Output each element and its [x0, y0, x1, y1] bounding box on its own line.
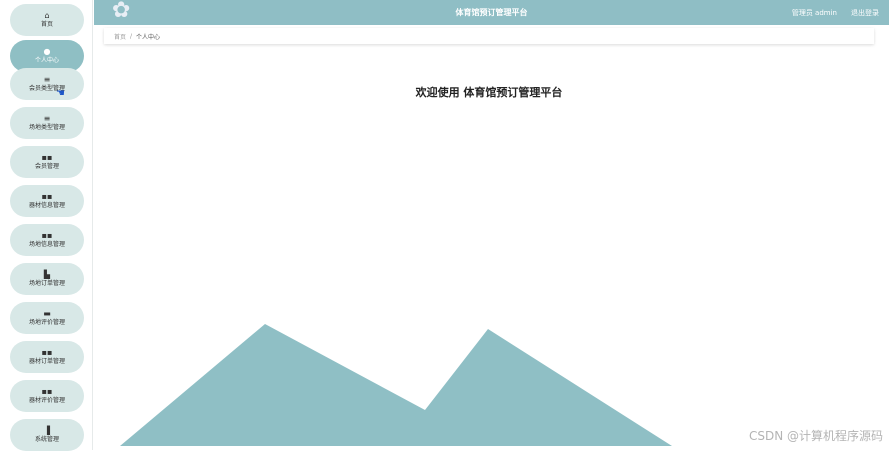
grid-icon: ▪▪ — [41, 192, 53, 201]
app-title: 体育馆预订管理平台 — [455, 8, 528, 17]
sidebar-item-venue-types[interactable]: ≡ 场地类型管理 — [10, 107, 84, 139]
sidebar-item-equipment-orders[interactable]: ▪▪ 器材订单管理 — [10, 341, 84, 373]
top-header: ✿ 体育馆预订管理平台 管理员 admin 退出登录 — [94, 0, 889, 25]
grid-icon: ▪▪ — [41, 387, 53, 396]
sidebar-item-label: 场地类型管理 — [28, 124, 65, 131]
sidebar-item-label: 系统管理 — [34, 436, 59, 443]
chart-icon: ▐ — [43, 426, 51, 435]
table-icon: ▙ — [43, 270, 51, 279]
sidebar-item-label: 器材评价管理 — [28, 397, 65, 404]
sidebar-item-label: 个人中心 — [34, 57, 59, 64]
breadcrumb-current: 个人中心 — [136, 33, 161, 41]
sidebar-item-equipment[interactable]: ▪▪ 器材信息管理 — [10, 185, 84, 217]
breadcrumb-separator: / — [130, 32, 133, 40]
mountain-shape — [120, 324, 672, 446]
sidebar-item-label: 会员管理 — [34, 163, 59, 170]
logout-link[interactable]: 退出登录 — [851, 8, 879, 18]
watermark: CSDN @计算机程序源码 — [748, 429, 883, 443]
grid-icon: ▪▪ — [41, 153, 53, 162]
list-icon: ≡ — [43, 75, 51, 84]
sidebar-item-label: 场地评价管理 — [28, 319, 65, 326]
breadcrumb: 首页 / 个人中心 — [104, 28, 874, 44]
monitor-icon: ▬ — [43, 309, 51, 318]
breadcrumb-home[interactable]: 首页 — [114, 32, 126, 41]
hand-cursor-icon: ☚ — [56, 88, 65, 99]
sidebar-item-members[interactable]: ▪▪ 会员管理 — [10, 146, 84, 178]
sidebar-item-venue-orders[interactable]: ▙ 场地订单管理 — [10, 263, 84, 295]
sidebar: ⌂ 首页 ● 个人中心 ≡ 会员类型管理 ≡ 场地类型管理 ▪▪ 会员管理 ▪▪… — [0, 0, 93, 451]
sidebar-item-equipment-reviews[interactable]: ▪▪ 器材评价管理 — [10, 380, 84, 412]
user-icon: ● — [43, 47, 51, 56]
sidebar-item-venue-reviews[interactable]: ▬ 场地评价管理 — [10, 302, 84, 334]
sidebar-item-label: 器材订单管理 — [28, 358, 65, 365]
sidebar-item-label: 场地订单管理 — [28, 280, 65, 287]
sidebar-item-label: 首页 — [40, 21, 53, 28]
current-user-label: 管理员 admin — [791, 9, 837, 17]
sidebar-item-system[interactable]: ▐ 系统管理 — [10, 419, 84, 451]
sidebar-item-home[interactable]: ⌂ 首页 — [10, 4, 84, 36]
sidebar-item-label: 器材信息管理 — [28, 202, 65, 209]
list-icon: ≡ — [43, 114, 51, 123]
grid-icon: ▪▪ — [41, 348, 53, 357]
mountain-illustration — [120, 324, 672, 446]
welcome-heading: 欢迎使用 体育馆预订管理平台 — [415, 86, 563, 99]
sidebar-item-label: 场地信息管理 — [28, 241, 65, 248]
sidebar-item-member-types[interactable]: ≡ 会员类型管理 — [10, 68, 84, 100]
sidebar-item-venues[interactable]: ▪▪ 场地信息管理 — [10, 224, 84, 256]
grid-icon: ▪▪ — [41, 231, 53, 240]
home-icon: ⌂ — [44, 11, 50, 20]
